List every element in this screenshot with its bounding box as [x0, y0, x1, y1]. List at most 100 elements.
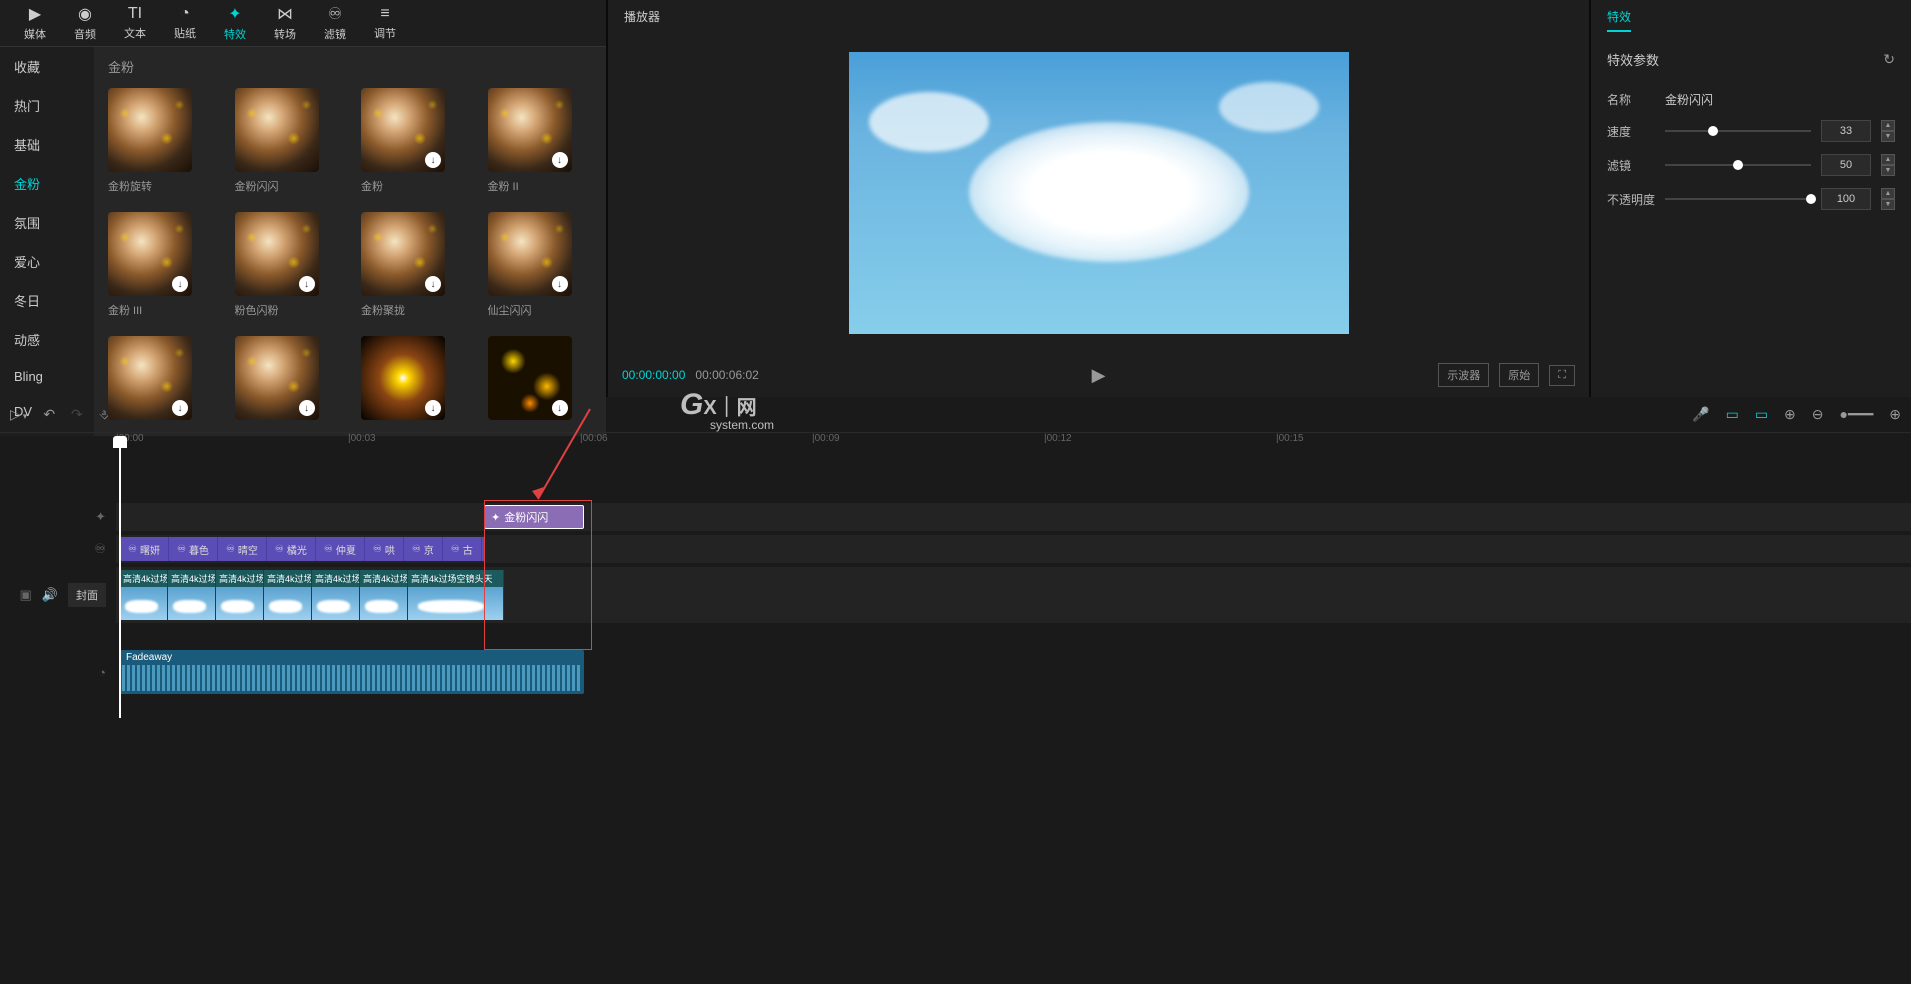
- effect-card-6[interactable]: ↓金粉聚拢: [361, 212, 466, 318]
- nav-tab-4[interactable]: ✦特效: [210, 0, 260, 46]
- category-item-3[interactable]: 金粉: [0, 164, 94, 203]
- player-panel: 播放器 00:00:00:00 00:00:06:02 ▶ 示波器 原始 ⛶: [608, 0, 1591, 397]
- fx-tab[interactable]: 特效: [1607, 10, 1631, 32]
- effect-label: 金粉: [361, 178, 466, 194]
- step-down[interactable]: ▼: [1881, 199, 1895, 210]
- effect-card-3[interactable]: ↓金粉 II: [488, 88, 593, 194]
- current-time: 00:00:00:00: [622, 368, 685, 382]
- effect-card-7[interactable]: ↓仙尘闪闪: [488, 212, 593, 318]
- original-button[interactable]: 原始: [1499, 363, 1539, 387]
- download-icon: ↓: [299, 276, 315, 292]
- step-up[interactable]: ▲: [1881, 154, 1895, 165]
- category-item-6[interactable]: 冬日: [0, 281, 94, 320]
- nav-tab-label: 转场: [274, 26, 296, 42]
- step-down[interactable]: ▼: [1881, 131, 1895, 142]
- audio-track-icon: ◔: [98, 665, 106, 680]
- nav-tab-label: 滤镜: [324, 26, 346, 42]
- effects-params-panel: 特效 特效参数 ↻ 名称 金粉闪闪 速度 ▲▼滤镜 ▲▼不透明度 ▲▼: [1591, 0, 1911, 397]
- playhead[interactable]: [119, 438, 121, 718]
- magnet-track-button[interactable]: ▭: [1755, 406, 1768, 423]
- nav-tab-2[interactable]: TI文本: [110, 0, 160, 46]
- effect-card-2[interactable]: ↓金粉: [361, 88, 466, 194]
- nav-tab-6[interactable]: ♾滤镜: [310, 0, 360, 46]
- filter-segment[interactable]: ♾仲夏: [316, 537, 365, 561]
- category-item-1[interactable]: 热门: [0, 86, 94, 125]
- effect-card-1[interactable]: 金粉闪闪: [235, 88, 340, 194]
- effect-clip[interactable]: ✦ 金粉闪闪: [484, 505, 584, 529]
- video-clip[interactable]: 高清4k过场空: [120, 570, 168, 620]
- effect-track[interactable]: ✦ 金粉闪闪: [116, 503, 1911, 531]
- video-track-lock-icon[interactable]: ▣: [20, 587, 32, 603]
- nav-tab-3[interactable]: ◔贴纸: [160, 0, 210, 46]
- category-item-7[interactable]: 动感: [0, 320, 94, 359]
- filter-segment[interactable]: ♾橘光: [267, 537, 316, 561]
- effect-label: 粉色闪粉: [235, 302, 340, 318]
- effect-card-0[interactable]: 金粉旋转: [108, 88, 213, 194]
- slider-input[interactable]: [1821, 154, 1871, 176]
- audio-track[interactable]: Fadeaway: [116, 647, 1911, 697]
- ruler-mark: |00:03: [348, 433, 376, 444]
- filter-segment[interactable]: ♾晴空: [218, 537, 267, 561]
- nav-tab-7[interactable]: ≡调节: [360, 0, 410, 46]
- timeline-panel: ▷▾ ↶ ↷ ⎀ ◻ 🎤 ▭ ▭ ⊕ ⊖ ●━━━ ⊕ |00:00|00:03…: [0, 397, 1911, 982]
- nav-tab-0[interactable]: ▶媒体: [10, 0, 60, 46]
- video-clip[interactable]: 高清4k过场空: [216, 570, 264, 620]
- filter-segment[interactable]: ♾暮色: [169, 537, 218, 561]
- filter-segment[interactable]: ♾哄: [365, 537, 404, 561]
- nav-tab-5[interactable]: ⋈转场: [260, 0, 310, 46]
- category-item-8[interactable]: Bling: [0, 359, 94, 394]
- video-clip[interactable]: 高清4k过场空: [360, 570, 408, 620]
- category-item-4[interactable]: 氛围: [0, 203, 94, 242]
- sparkle-icon: ✦: [491, 511, 500, 524]
- step-up[interactable]: ▲: [1881, 120, 1895, 131]
- reset-button[interactable]: ↻: [1883, 51, 1895, 68]
- zoom-slider[interactable]: ●━━━: [1840, 406, 1874, 423]
- effect-label: 金粉闪闪: [235, 178, 340, 194]
- play-button[interactable]: ▶: [769, 365, 1428, 386]
- slider-track[interactable]: [1665, 130, 1811, 132]
- filter-icon: ♾: [324, 544, 333, 555]
- mic-button[interactable]: 🎤: [1692, 406, 1709, 423]
- filter-track-icon: ♾: [94, 541, 106, 557]
- category-item-2[interactable]: 基础: [0, 125, 94, 164]
- video-clip[interactable]: 高清4k过场空: [168, 570, 216, 620]
- slider-input[interactable]: [1821, 120, 1871, 142]
- preview-viewport[interactable]: [849, 52, 1349, 334]
- effect-card-5[interactable]: ↓ 粉色闪粉: [235, 212, 340, 318]
- step-down[interactable]: ▼: [1881, 165, 1895, 176]
- align-button[interactable]: ⊕: [1784, 406, 1796, 423]
- redo-button[interactable]: ↷: [71, 406, 83, 423]
- video-clip[interactable]: 高清4k过场空: [264, 570, 312, 620]
- video-track-mute-icon[interactable]: 🔊: [42, 587, 58, 603]
- filter-segment[interactable]: ♾古: [443, 537, 482, 561]
- download-icon: ↓: [172, 276, 188, 292]
- timeline-ruler[interactable]: |00:00|00:03|00:06|00:09|00:12|00:15: [116, 433, 1911, 453]
- nav-tab-icon: ≡: [380, 5, 389, 23]
- step-up[interactable]: ▲: [1881, 188, 1895, 199]
- filter-segment[interactable]: ♾京: [404, 537, 443, 561]
- scope-button[interactable]: 示波器: [1438, 363, 1489, 387]
- category-item-0[interactable]: 收藏: [0, 47, 94, 86]
- fullscreen-button[interactable]: ⛶: [1549, 365, 1575, 386]
- effect-thumb: ↓: [488, 212, 572, 296]
- filter-segment[interactable]: ♾曙妍: [120, 537, 169, 561]
- zoom-out-button[interactable]: ⊖: [1812, 406, 1824, 423]
- slider-track[interactable]: [1665, 164, 1811, 166]
- video-track[interactable]: 高清4k过场空高清4k过场空高清4k过场空高清4k过场空高清4k过场空高清4k过…: [116, 567, 1911, 623]
- nav-tab-1[interactable]: ◉音频: [60, 0, 110, 46]
- filter-track[interactable]: ♾曙妍♾暮色♾晴空♾橘光♾仲夏♾哄♾京♾古: [116, 535, 1911, 563]
- category-item-5[interactable]: 爱心: [0, 242, 94, 281]
- undo-button[interactable]: ↶: [43, 406, 55, 423]
- cover-button[interactable]: 封面: [68, 583, 106, 607]
- category-sidebar: 收藏热门基础金粉氛围爱心冬日动感BlingDV: [0, 47, 94, 436]
- video-clip[interactable]: 高清4k过场空: [312, 570, 360, 620]
- slider-input[interactable]: [1821, 188, 1871, 210]
- magnet-main-button[interactable]: ▭: [1726, 406, 1739, 423]
- audio-clip[interactable]: Fadeaway: [120, 650, 584, 694]
- video-clip[interactable]: 高清4k过场空镜头天: [408, 570, 504, 620]
- nav-tab-label: 贴纸: [174, 25, 196, 41]
- select-tool[interactable]: ▷▾: [10, 406, 27, 423]
- effect-card-4[interactable]: ↓金粉 III: [108, 212, 213, 318]
- zoom-in-button[interactable]: ⊕: [1889, 406, 1901, 423]
- slider-track[interactable]: [1665, 198, 1811, 200]
